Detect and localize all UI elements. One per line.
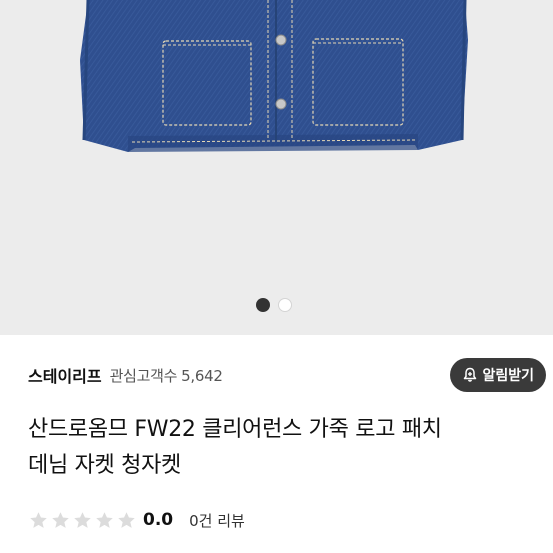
product-title-line-1: 산드로옴므 FW22 클리어런스 가죽 로고 패치	[28, 417, 442, 442]
interest-count: 관심고객수 5,642	[110, 365, 223, 386]
interest-label: 관심고객수	[109, 366, 178, 385]
star-icon	[30, 511, 47, 528]
alert-subscribe-button[interactable]: 알림받기	[450, 358, 546, 392]
bell-plus-icon	[462, 367, 478, 383]
seller-name[interactable]: 스테이리프	[28, 363, 102, 387]
star-icon	[74, 511, 91, 528]
star-icon	[96, 511, 113, 528]
rating-value: 0.0	[143, 510, 174, 530]
review-count-link[interactable]: 0건 리뷰	[189, 510, 245, 531]
denim-jacket-photo	[80, 0, 468, 152]
carousel-dot-2[interactable]	[278, 298, 292, 312]
product-image[interactable]	[0, 0, 553, 335]
product-title-line-2: 데님 자켓 청자켓	[28, 453, 181, 478]
interest-number: 5,642	[181, 366, 223, 385]
rating-summary[interactable]: 0.0 0건 리뷰	[28, 507, 245, 533]
carousel-indicator[interactable]	[256, 298, 292, 312]
product-title: 산드로옴므 FW22 클리어런스 가죽 로고 패치 데님 자켓 청자켓	[28, 412, 533, 484]
seller-info: 스테이리프 관심고객수 5,642 알림받기	[28, 358, 546, 392]
star-icon	[118, 511, 135, 528]
star-icon	[52, 511, 69, 528]
star-rating	[28, 510, 137, 531]
carousel-dot-1[interactable]	[256, 298, 270, 312]
alert-button-label: 알림받기	[482, 368, 534, 384]
